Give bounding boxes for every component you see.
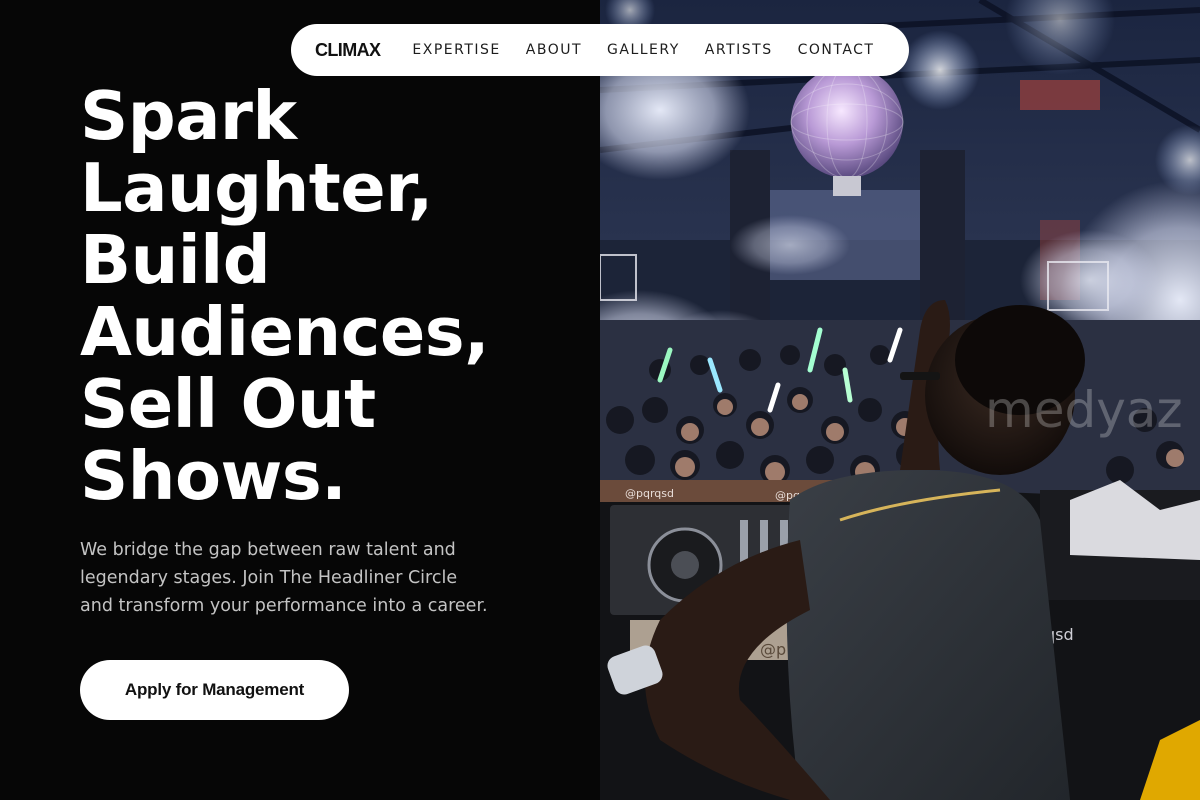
hero-photo: @pqrqsd @pqrqsd @p qsd medyaz: [600, 0, 1200, 800]
hero-description-line: legendary stages. Join The Headliner Cir…: [80, 568, 458, 588]
brand-logo[interactable]: CLIMAX: [315, 40, 381, 61]
hero-title-line: Spark: [80, 77, 297, 155]
top-navigation: CLIMAX EXPERTISE ABOUT GALLERY ARTISTS C…: [291, 24, 909, 76]
hero-description-line: and transform your performance into a ca…: [80, 596, 488, 616]
apply-for-management-button[interactable]: Apply for Management: [80, 660, 349, 720]
nav-link-artists[interactable]: ARTISTS: [705, 42, 773, 58]
hero-description-line: We bridge the gap between raw talent and: [80, 540, 456, 560]
dj-crowd-photo: @pqrqsd @pqrqsd @p qsd medyaz: [600, 0, 1200, 800]
nav-links: EXPERTISE ABOUT GALLERY ARTISTS CONTACT: [412, 42, 874, 58]
deck-label: @p: [760, 640, 786, 659]
hero-title-line: Audiences,: [80, 293, 490, 371]
nav-link-contact[interactable]: CONTACT: [798, 42, 875, 58]
deck-label: @pqrqsd: [625, 487, 674, 500]
nav-link-expertise[interactable]: EXPERTISE: [412, 42, 500, 58]
hero-title-line: Build: [80, 221, 271, 299]
hero-title-line: Shows.: [80, 437, 347, 515]
nav-link-about[interactable]: ABOUT: [526, 42, 582, 58]
hero-title: Spark Laughter, Build Audiences, Sell Ou…: [80, 80, 580, 512]
hero-title-line: Sell Out: [80, 365, 376, 443]
hero-left-panel: Spark Laughter, Build Audiences, Sell Ou…: [0, 0, 600, 800]
hero-description: We bridge the gap between raw talent and…: [80, 536, 550, 620]
nav-link-gallery[interactable]: GALLERY: [607, 42, 680, 58]
photo-watermark: medyaz: [985, 381, 1183, 439]
hero-title-line: Laughter,: [80, 149, 433, 227]
